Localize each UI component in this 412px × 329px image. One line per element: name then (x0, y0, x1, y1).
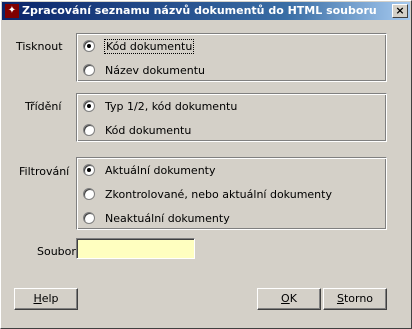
group-label-tisknout: Tisknout (16, 40, 63, 53)
app-icon: ✦ (5, 4, 19, 18)
ok-label-rest: K (289, 292, 297, 305)
groupbox-trideni: Typ 1/2, kód dokumentu Kód dokumentu (76, 93, 387, 142)
window-title: Zpracování seznamu názvů dokumentů do HT… (22, 4, 377, 17)
ok-mnemonic: O (281, 292, 290, 305)
help-label-rest: elp (41, 292, 59, 305)
radio-label: Typ 1/2, kód dokumentu (105, 99, 238, 113)
radio-filtrovani-zkontrolovane[interactable]: Zkontrolované, nebo aktuální dokumenty (83, 185, 332, 203)
help-button[interactable]: Help (14, 288, 78, 310)
soubor-input[interactable] (76, 238, 195, 259)
radio-label: Kód dokumentu (105, 123, 192, 137)
radio-filtrovani-aktualni[interactable]: Aktuální dokumenty (83, 161, 216, 179)
ok-button[interactable]: OK (257, 288, 321, 310)
radio-trideni-kod[interactable]: Kód dokumentu (83, 121, 191, 139)
dialog-window: ✦ Zpracování seznamu názvů dokumentů do … (0, 0, 412, 329)
groupbox-filtrovani: Aktuální dokumenty Zkontrolované, nebo a… (76, 157, 387, 230)
radio-tisknout-nazev[interactable]: Název dokumentu (83, 61, 205, 79)
radio-button-icon[interactable] (83, 164, 95, 176)
groupbox-tisknout: Kód dokumentu Název dokumentu (76, 33, 387, 82)
close-button[interactable]: × (392, 4, 408, 18)
radio-button-icon[interactable] (83, 212, 95, 224)
radio-tisknout-kod[interactable]: Kód dokumentu (83, 37, 195, 55)
radio-button-icon[interactable] (83, 100, 95, 112)
radio-label: Zkontrolované, nebo aktuální dokumenty (105, 187, 332, 201)
storno-mnemonic: S (336, 292, 344, 305)
radio-label: Neaktuální dokumenty (105, 211, 230, 225)
storno-button[interactable]: Storno (323, 288, 387, 310)
radio-label: Kód dokumentu (103, 38, 195, 54)
radio-trideni-typ[interactable]: Typ 1/2, kód dokumentu (83, 97, 237, 115)
storno-label-rest: torno (343, 292, 374, 305)
radio-filtrovani-neaktualni[interactable]: Neaktuální dokumenty (83, 209, 230, 227)
title-bar[interactable]: ✦ Zpracování seznamu názvů dokumentů do … (2, 2, 410, 20)
soubor-label: Soubor (37, 245, 76, 258)
radio-button-icon[interactable] (83, 40, 95, 52)
group-label-filtrovani: Filtrování (19, 165, 70, 178)
radio-button-icon[interactable] (83, 188, 95, 200)
radio-label: Aktuální dokumenty (105, 163, 216, 177)
group-label-trideni: Třídění (25, 100, 62, 113)
radio-label: Název dokumentu (105, 63, 205, 77)
help-mnemonic: H (33, 292, 42, 305)
radio-button-icon[interactable] (83, 64, 95, 76)
radio-button-icon[interactable] (83, 124, 95, 136)
